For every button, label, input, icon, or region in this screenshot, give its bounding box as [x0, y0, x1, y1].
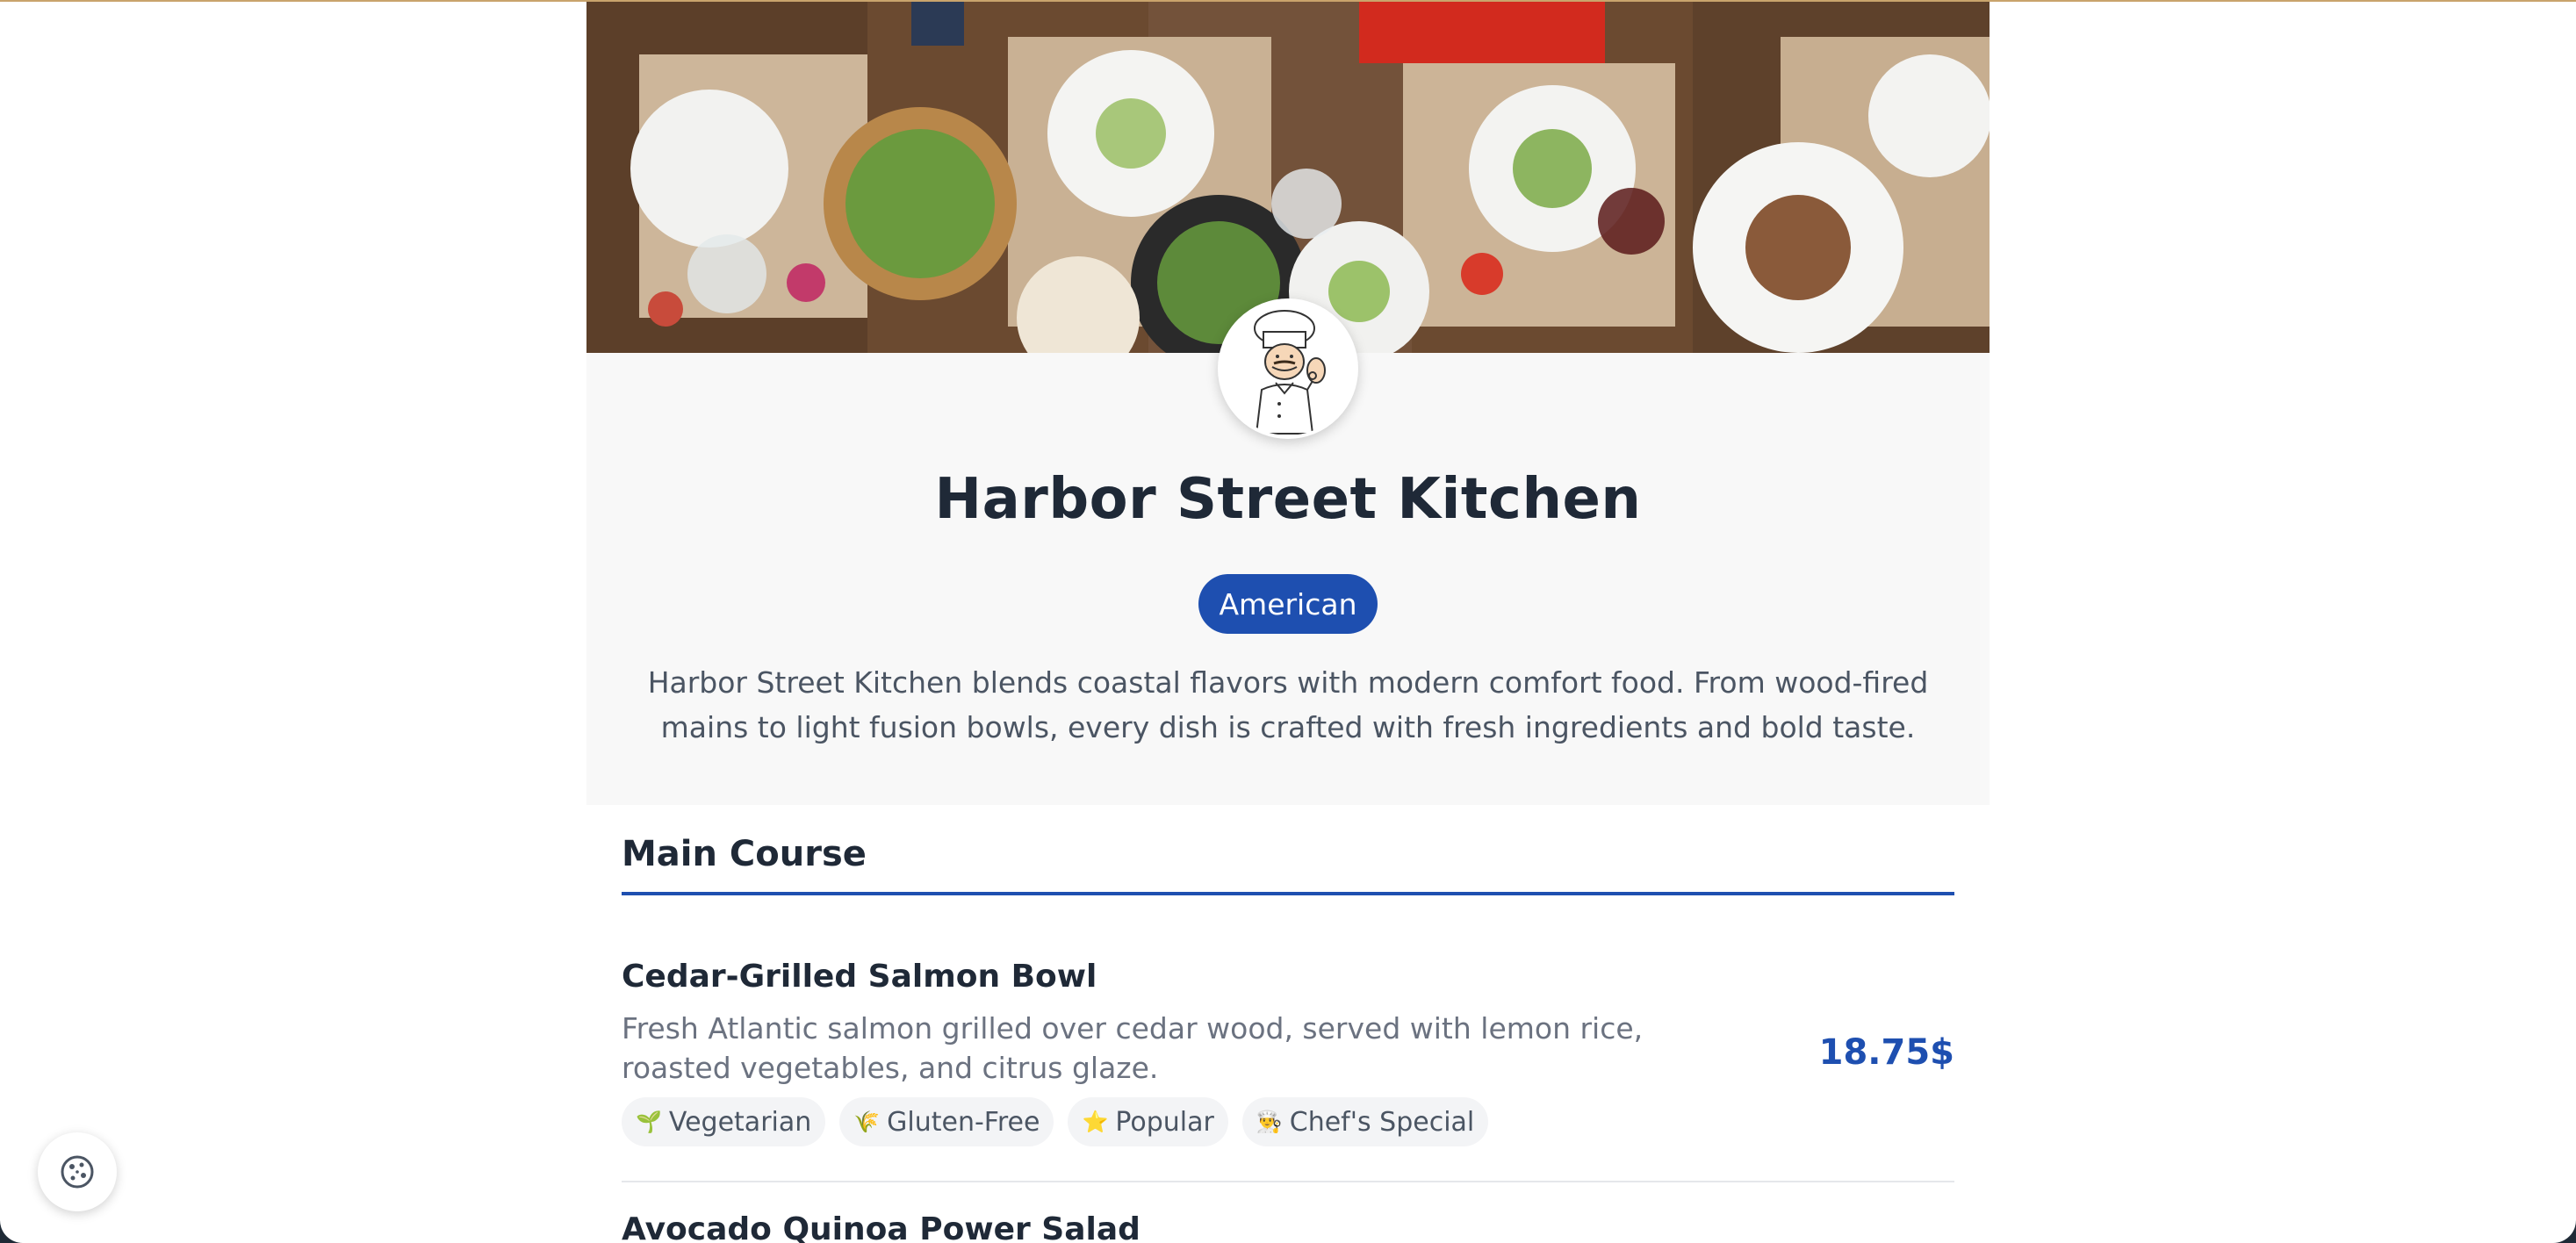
tag-popular: ⭐ Popular [1068, 1097, 1228, 1146]
restaurant-description: Harbor Street Kitchen blends coastal fla… [647, 665, 1929, 744]
menu-item-name[interactable]: Avocado Quinoa Power Salad [622, 1211, 1140, 1243]
section-title-main-course: Main Course [622, 834, 867, 874]
chef-icon: 👨‍🍳 [1256, 1110, 1283, 1134]
tag-gluten-free: 🌾 Gluten-Free [839, 1097, 1054, 1146]
restaurant-page: Harbor Street Kitchen American Harbor St… [586, 2, 1990, 1243]
tag-vegetarian: 🌱 Vegetarian [622, 1097, 826, 1146]
tag-chefs-special: 👨‍🍳 Chef's Special [1241, 1097, 1489, 1146]
menu-item-description: Fresh Atlantic salmon grilled over cedar… [622, 1011, 1644, 1085]
star-icon: ⭐ [1082, 1110, 1109, 1134]
tag-label: Chef's Special [1289, 1106, 1475, 1138]
menu-item-tags: 🌱 Vegetarian 🌾 Gluten-Free ⭐ Popular 👨‍🍳… [622, 1097, 1489, 1146]
chef-illustration-icon [1221, 302, 1355, 435]
cookie-icon [61, 1155, 94, 1189]
chef-avatar [1218, 298, 1358, 439]
cuisine-badge: American [1198, 574, 1378, 634]
browser-viewport: Harbor Street Kitchen American Harbor St… [0, 0, 2576, 1243]
wheat-icon: 🌾 [853, 1110, 881, 1134]
menu-item-price: 18.75$ [1818, 1032, 1954, 1073]
seedling-icon: 🌱 [636, 1110, 662, 1134]
section-divider [622, 892, 1954, 895]
tag-label: Popular [1115, 1106, 1214, 1138]
menu-item-name: Cedar-Grilled Salmon Bowl [622, 959, 1097, 995]
restaurant-name: Harbor Street Kitchen [934, 467, 1642, 532]
tag-label: Gluten-Free [887, 1106, 1040, 1138]
cookie-settings-button[interactable] [38, 1132, 117, 1211]
menu-item-divider [622, 1181, 1954, 1182]
tag-label: Vegetarian [668, 1106, 812, 1138]
